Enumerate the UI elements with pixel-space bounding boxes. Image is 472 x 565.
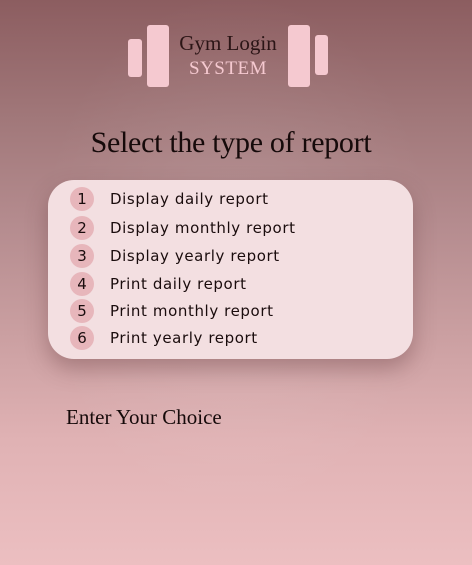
menu-item-number: 2 bbox=[70, 216, 94, 240]
page-heading: Select the type of report bbox=[90, 126, 372, 159]
menu-item-print-daily[interactable]: 4 Print daily report bbox=[70, 272, 247, 296]
dumbbell-plate-left-inner bbox=[147, 25, 169, 87]
menu-item-label: Display daily report bbox=[110, 190, 269, 208]
menu-item-number: 3 bbox=[70, 244, 94, 268]
dumbbell-plate-left-outer bbox=[128, 39, 142, 77]
dumbbell-plate-right-outer bbox=[315, 35, 328, 75]
menu-item-label: Display yearly report bbox=[110, 247, 280, 265]
menu-item-label: Print monthly report bbox=[110, 302, 274, 320]
menu-item-number: 1 bbox=[70, 187, 94, 211]
menu-item-display-monthly[interactable]: 2 Display monthly report bbox=[70, 216, 296, 240]
menu-item-display-daily[interactable]: 1 Display daily report bbox=[70, 187, 269, 211]
menu-item-number: 6 bbox=[70, 326, 94, 350]
choice-prompt: Enter Your Choice bbox=[66, 405, 222, 429]
menu-item-label: Print daily report bbox=[110, 275, 247, 293]
menu-item-number: 5 bbox=[70, 299, 94, 323]
menu-item-print-yearly[interactable]: 6 Print yearly report bbox=[70, 326, 258, 350]
gym-logo: Gym Login SYSTEM bbox=[128, 25, 330, 88]
menu-item-display-yearly[interactable]: 3 Display yearly report bbox=[70, 244, 280, 268]
logo-subtitle: SYSTEM bbox=[189, 58, 267, 79]
logo-title: Gym Login bbox=[179, 31, 277, 55]
menu-item-number: 4 bbox=[70, 272, 94, 296]
menu-item-print-monthly[interactable]: 5 Print monthly report bbox=[70, 299, 274, 323]
dumbbell-plate-right-inner bbox=[288, 25, 310, 87]
menu-item-label: Print yearly report bbox=[110, 329, 258, 347]
menu-item-label: Display monthly report bbox=[110, 219, 296, 237]
